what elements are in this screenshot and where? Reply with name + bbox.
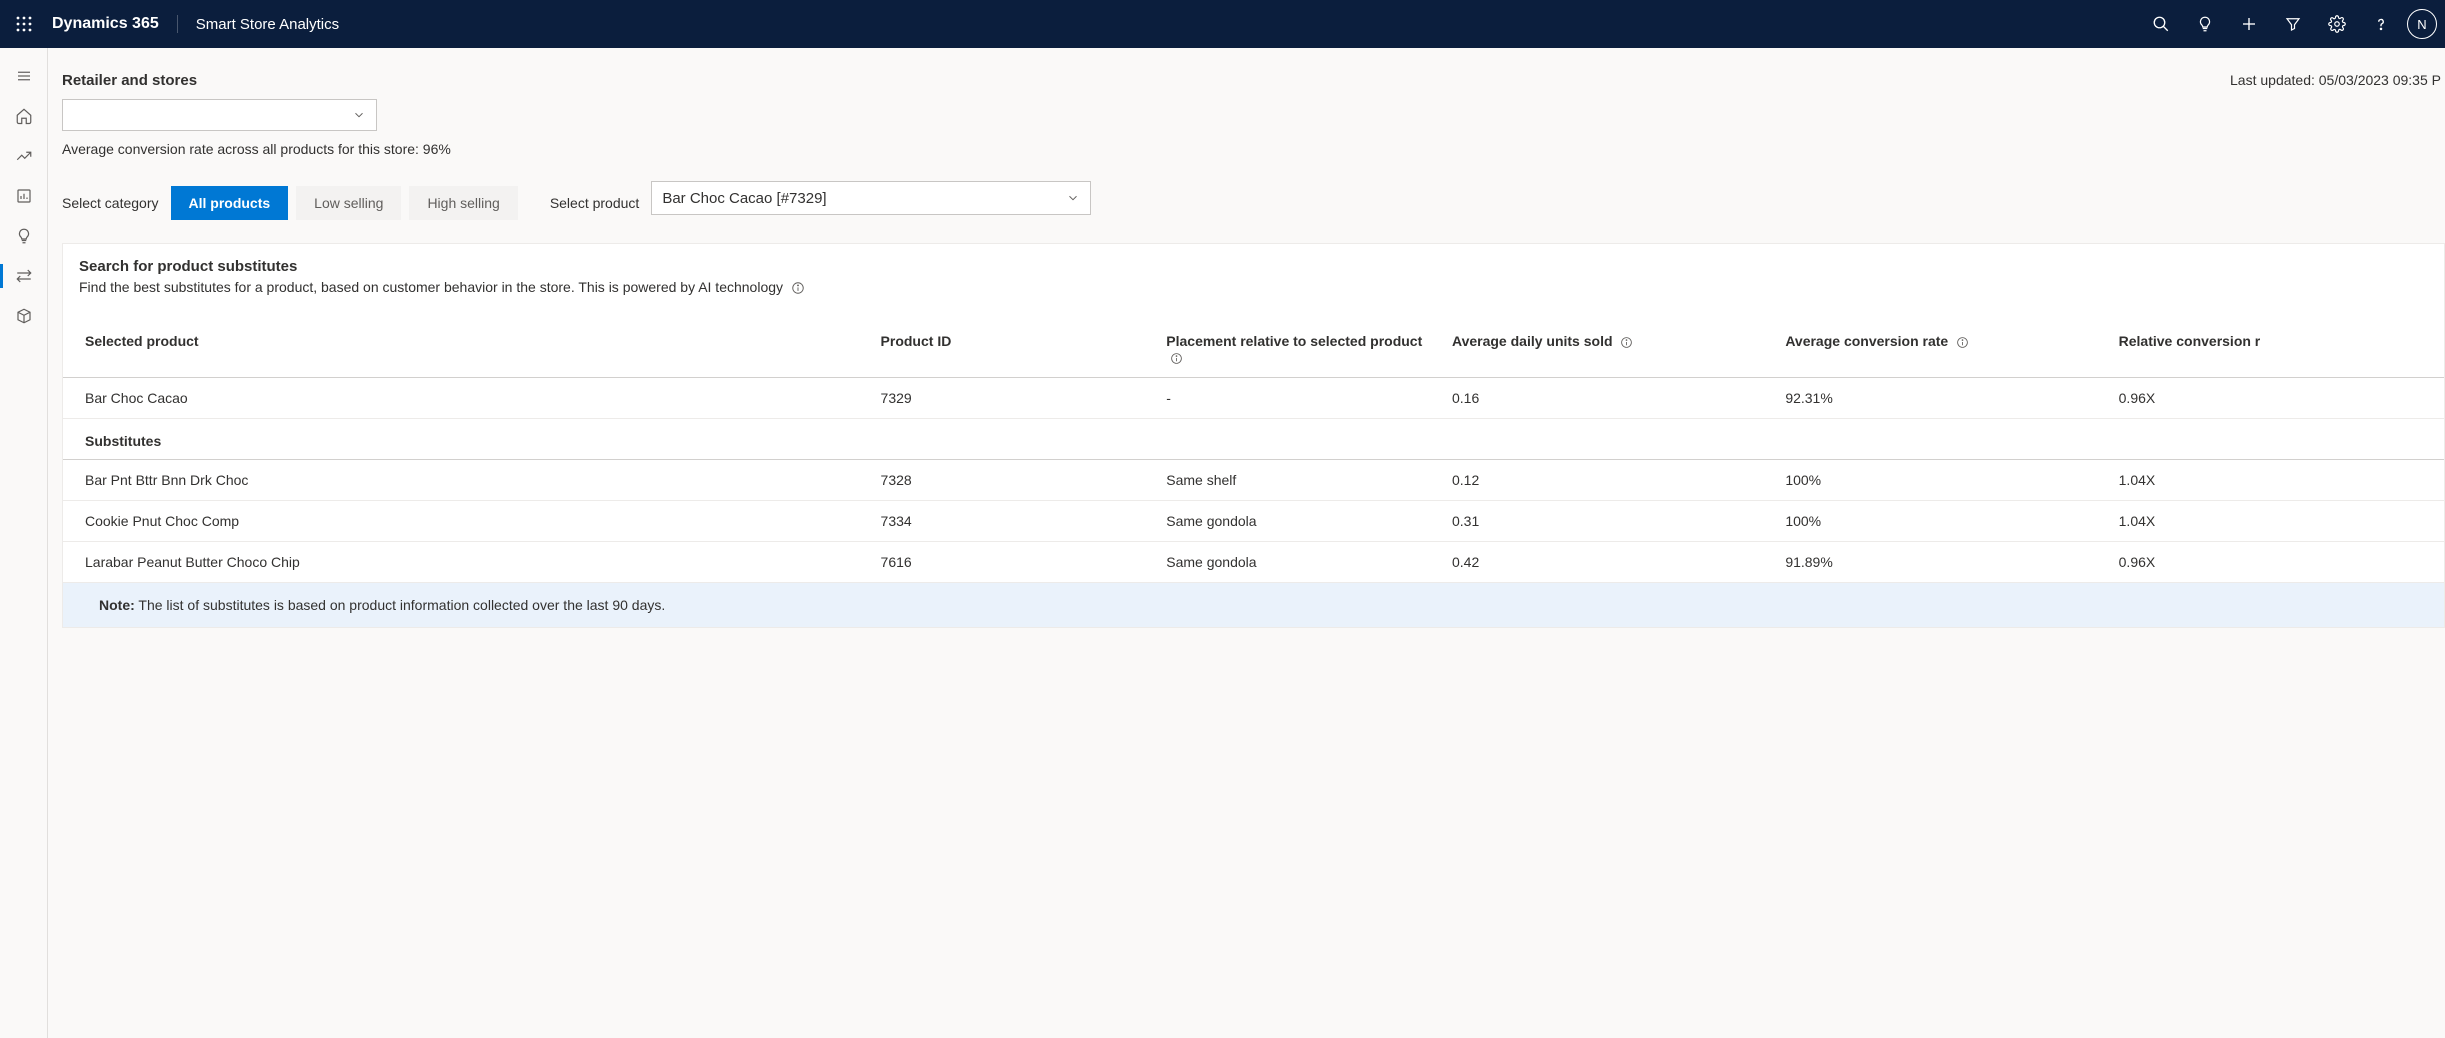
avatar[interactable]: N — [2407, 9, 2437, 39]
trend-icon[interactable] — [0, 136, 48, 176]
cell-units: 0.42 — [1444, 542, 1777, 583]
cell-placement: - — [1158, 378, 1444, 419]
note-text: The list of substitutes is based on prod… — [138, 597, 665, 613]
card-description: Find the best substitutes for a product,… — [79, 279, 2428, 295]
cell-placement: Same shelf — [1158, 460, 1444, 501]
filter-all-products[interactable]: All products — [171, 186, 289, 220]
last-updated: Last updated: 05/03/2023 09:35 P — [2230, 72, 2445, 88]
gear-icon[interactable] — [2315, 0, 2359, 48]
card-title: Search for product substitutes — [79, 258, 2428, 275]
cell-name: Bar Pnt Bttr Bnn Drk Choc — [63, 460, 873, 501]
substitutes-table: Selected product Product ID Placement re… — [63, 321, 2444, 627]
note-row: Note: The list of substitutes is based o… — [63, 583, 2444, 628]
swap-icon[interactable] — [0, 256, 48, 296]
col-avg-units: Average daily units sold — [1444, 321, 1777, 378]
table-header-row: Selected product Product ID Placement re… — [63, 321, 2444, 378]
cell-units: 0.31 — [1444, 501, 1777, 542]
app-name-label: Smart Store Analytics — [196, 16, 339, 33]
col-avg-conv-label: Average conversion rate — [1785, 333, 1948, 349]
info-icon[interactable] — [1170, 352, 1183, 365]
col-placement-label: Placement relative to selected product — [1166, 333, 1422, 349]
filter-high-selling[interactable]: High selling — [409, 186, 517, 220]
cell-id: 7334 — [873, 501, 1159, 542]
home-icon[interactable] — [0, 96, 48, 136]
hamburger-icon[interactable] — [0, 56, 48, 96]
box-icon[interactable] — [0, 296, 48, 336]
cell-rel: 1.04X — [2111, 501, 2444, 542]
main-content: Retailer and stores Last updated: 05/03/… — [48, 48, 2445, 1038]
cell-conv: 92.31% — [1777, 378, 2110, 419]
cell-conv: 91.89% — [1777, 542, 2110, 583]
col-product-id: Product ID — [873, 321, 1159, 378]
chevron-down-icon — [1066, 191, 1080, 205]
substitutes-card: Search for product substitutes Find the … — [62, 243, 2445, 628]
cell-placement: Same gondola — [1158, 542, 1444, 583]
global-header: Dynamics 365 Smart Store Analytics N — [0, 0, 2445, 48]
info-icon[interactable] — [791, 281, 805, 295]
cell-placement: Same gondola — [1158, 501, 1444, 542]
cell-name: Larabar Peanut Butter Choco Chip — [63, 542, 873, 583]
product-dropdown-value: Bar Choc Cacao [#7329] — [662, 190, 826, 207]
retailer-stores-heading: Retailer and stores — [62, 72, 377, 89]
app-launcher-icon[interactable] — [8, 8, 40, 40]
chart-icon[interactable] — [0, 176, 48, 216]
insights-icon[interactable] — [0, 216, 48, 256]
avg-conversion-text: Average conversion rate across all produ… — [62, 141, 2445, 157]
chevron-down-icon — [352, 108, 366, 122]
col-avg-units-label: Average daily units sold — [1452, 333, 1613, 349]
select-product-label: Select product — [550, 195, 640, 211]
card-description-text: Find the best substitutes for a product,… — [79, 279, 783, 295]
help-icon[interactable] — [2359, 0, 2403, 48]
last-updated-label: Last updated: — [2230, 72, 2315, 88]
cell-conv: 100% — [1777, 460, 2110, 501]
table-row-selected: Bar Choc Cacao 7329 - 0.16 92.31% 0.96X — [63, 378, 2444, 419]
cell-conv: 100% — [1777, 501, 2110, 542]
substitutes-subheader: Substitutes — [63, 419, 2444, 460]
cell-rel: 0.96X — [2111, 378, 2444, 419]
col-rel-conv: Relative conversion r — [2111, 321, 2444, 378]
col-placement: Placement relative to selected product — [1158, 321, 1444, 378]
filter-icon[interactable] — [2271, 0, 2315, 48]
cell-rel: 0.96X — [2111, 542, 2444, 583]
info-icon[interactable] — [1956, 336, 1969, 349]
last-updated-value: 05/03/2023 09:35 P — [2319, 72, 2441, 88]
select-category-label: Select category — [62, 195, 159, 211]
cell-rel: 1.04X — [2111, 460, 2444, 501]
cell-units: 0.16 — [1444, 378, 1777, 419]
note-label: Note: — [99, 597, 135, 613]
add-icon[interactable] — [2227, 0, 2271, 48]
table-row: Cookie Pnut Choc Comp 7334 Same gondola … — [63, 501, 2444, 542]
table-row: Larabar Peanut Butter Choco Chip 7616 Sa… — [63, 542, 2444, 583]
filter-low-selling[interactable]: Low selling — [296, 186, 401, 220]
col-avg-conv: Average conversion rate — [1777, 321, 2110, 378]
substitutes-label: Substitutes — [63, 419, 2444, 460]
side-rail — [0, 48, 48, 1038]
cell-units: 0.12 — [1444, 460, 1777, 501]
lightbulb-icon[interactable] — [2183, 0, 2227, 48]
cell-name: Bar Choc Cacao — [63, 378, 873, 419]
cell-name: Cookie Pnut Choc Comp — [63, 501, 873, 542]
table-row: Bar Pnt Bttr Bnn Drk Choc 7328 Same shel… — [63, 460, 2444, 501]
product-dropdown[interactable]: Bar Choc Cacao [#7329] — [651, 181, 1091, 215]
cell-id: 7328 — [873, 460, 1159, 501]
avatar-initial: N — [2417, 17, 2426, 32]
retailer-dropdown[interactable] — [62, 99, 377, 131]
brand-label[interactable]: Dynamics 365 — [52, 15, 178, 33]
cell-id: 7616 — [873, 542, 1159, 583]
search-icon[interactable] — [2139, 0, 2183, 48]
cell-id: 7329 — [873, 378, 1159, 419]
col-selected-product: Selected product — [63, 321, 873, 378]
info-icon[interactable] — [1620, 336, 1633, 349]
